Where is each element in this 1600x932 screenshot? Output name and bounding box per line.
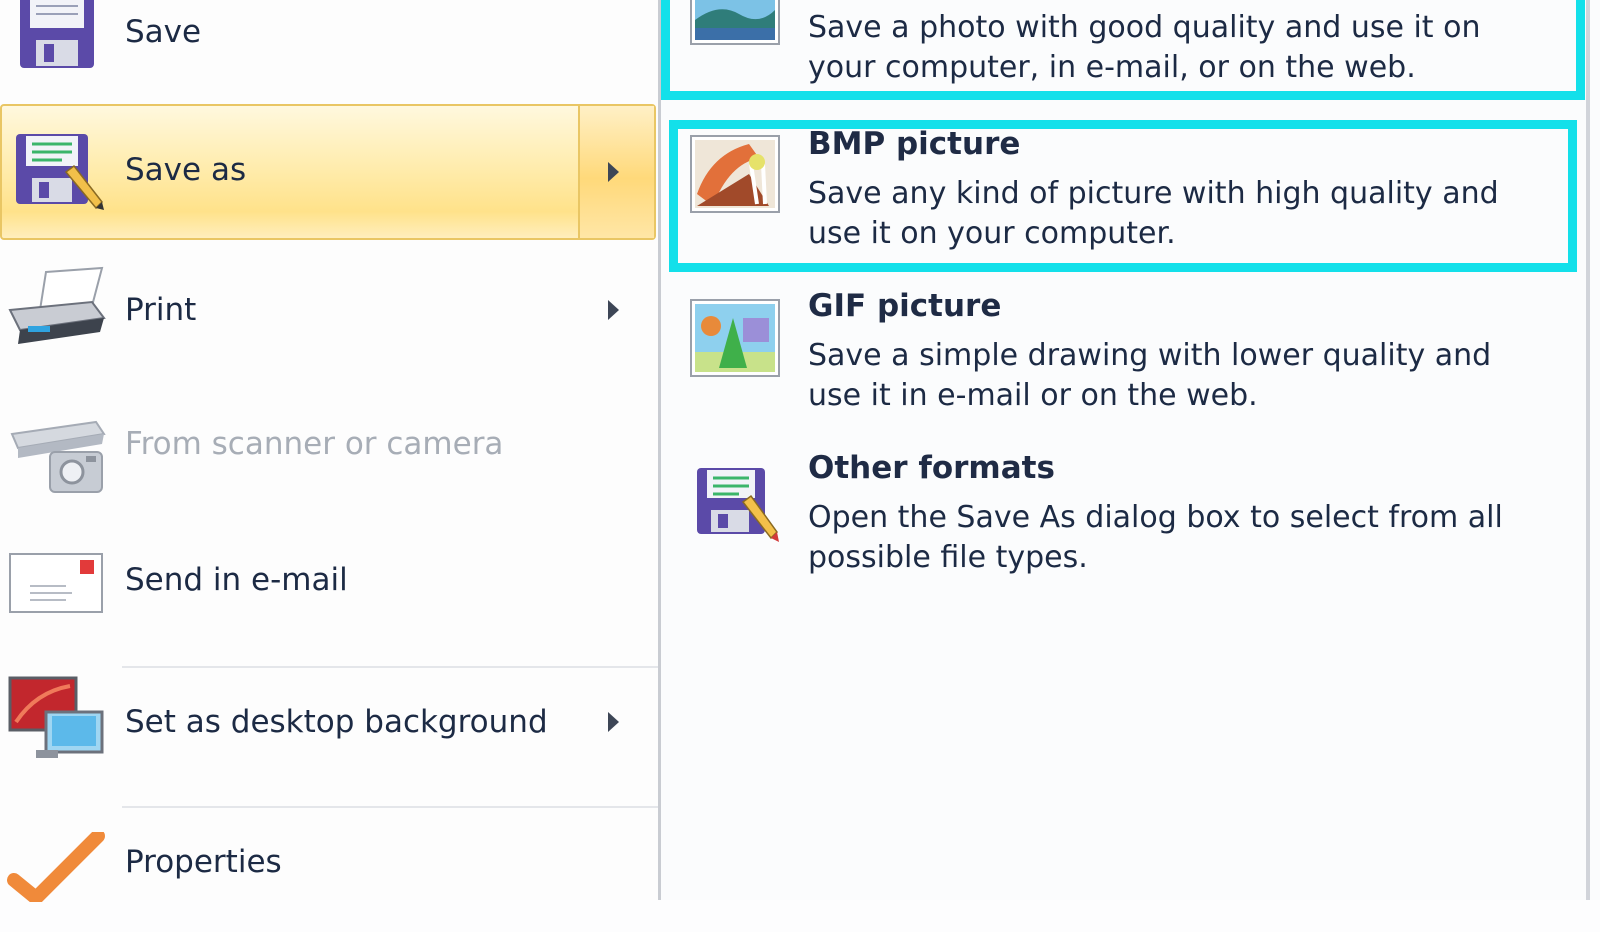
menu-item-label: From scanner or camera	[125, 426, 504, 462]
highlight-box-jpeg	[661, 0, 1585, 100]
floppy-disk-icon	[6, 0, 106, 78]
highlight-box-bmp	[669, 120, 1577, 272]
menu-item-set-as-desktop-background[interactable]: Set as desktop background	[0, 656, 658, 792]
menu-item-label: Print	[125, 292, 197, 328]
save-as-submenu: Save a photo with good quality and use i…	[661, 0, 1600, 900]
menu-item-label: Properties	[125, 844, 282, 880]
menu-item-label: Save	[125, 14, 202, 50]
printer-icon	[6, 266, 106, 356]
gif-shapes-icon	[689, 298, 781, 378]
format-gif[interactable]: GIF picture Save a simple drawing with l…	[661, 288, 1591, 438]
format-description: Save a simple drawing with lower quality…	[808, 338, 1492, 413]
checkmark-icon	[6, 832, 106, 922]
submenu-arrow-icon	[608, 162, 619, 182]
scanner-camera-icon	[6, 410, 106, 500]
menu-right-border	[1586, 0, 1590, 900]
monitor-icon	[6, 672, 106, 762]
menu-item-print[interactable]: Print	[0, 246, 658, 382]
envelope-icon	[6, 542, 106, 632]
floppy-pencil-icon	[6, 128, 106, 218]
format-description: Open the Save As dialog box to select fr…	[808, 500, 1503, 575]
format-other-formats[interactable]: Other formats Open the Save As dialog bo…	[661, 450, 1591, 600]
menu-item-label: Set as desktop background	[125, 704, 548, 740]
menu-item-save[interactable]: Save	[0, 0, 658, 106]
format-title: Other formats	[808, 450, 1055, 486]
file-menu: Save Save as Print From scanner or camer…	[0, 0, 660, 902]
menu-item-label: Send in e-mail	[125, 562, 348, 598]
submenu-arrow-icon	[608, 712, 619, 732]
format-title: GIF picture	[808, 288, 1002, 324]
menu-item-properties[interactable]: Properties	[0, 796, 658, 932]
menu-item-save-as-content[interactable]: Save as	[0, 104, 658, 240]
submenu-arrow-icon	[608, 300, 619, 320]
floppy-pencil-icon	[689, 464, 781, 544]
menu-item-send-in-email[interactable]: Send in e-mail	[0, 516, 658, 652]
menu-item-from-scanner-or-camera: From scanner or camera	[0, 380, 658, 516]
menu-item-label: Save as	[125, 152, 247, 188]
